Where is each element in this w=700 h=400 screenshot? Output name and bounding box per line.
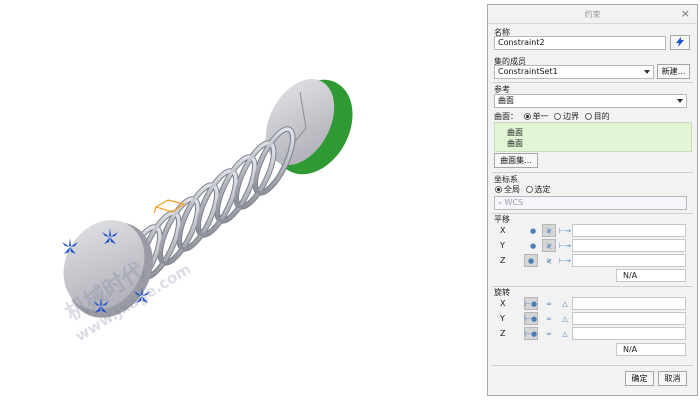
radio-single[interactable] [523, 113, 531, 120]
translation-na-field: N/A [616, 269, 686, 282]
translation-axis-z: Z [500, 256, 506, 265]
csys-mode-row: 全局 选定 [492, 184, 687, 195]
translation-axis-x: X [500, 226, 506, 235]
rotation-na-field: N/A [616, 343, 686, 356]
radio-selected-label: 选定 [534, 185, 551, 194]
free-icon[interactable]: ● [526, 224, 540, 237]
fixed-icon[interactable]: ∞ [542, 297, 556, 310]
translation-x-value[interactable] [572, 224, 686, 237]
prescribed-icon[interactable]: △ [558, 312, 572, 325]
reference-select[interactable]: 曲面 [494, 94, 687, 108]
radio-intent[interactable] [584, 113, 592, 120]
surface-mode-row: 曲面： 单一 边界 目的 [494, 111, 689, 122]
chevron-down-icon [644, 70, 650, 74]
rotation-x-value[interactable] [572, 297, 686, 310]
free-icon[interactable]: ⊢● [524, 297, 538, 310]
csys-icon: ⌖ [498, 199, 502, 207]
cancel-button[interactable]: 取消 [658, 371, 687, 386]
rotation-axis-x: X [500, 299, 506, 308]
free-icon[interactable]: ⊢● [524, 312, 538, 325]
reference-value: 曲面 [498, 96, 514, 105]
constraint-dialog: 约束 × 名称 Constraint2 集的成员 ConstraintSet1 … [487, 4, 698, 396]
surface-collector[interactable]: 曲面 曲面 [494, 122, 692, 152]
dialog-title: 约束 [584, 10, 601, 19]
radio-intent-label: 目的 [593, 112, 610, 121]
list-item[interactable]: 曲面 [507, 127, 523, 138]
radio-boundary[interactable] [554, 113, 562, 120]
name-input[interactable]: Constraint2 [494, 36, 666, 50]
spring-model-drawing [62, 79, 353, 318]
prescribed-icon[interactable]: ⊢→ [558, 224, 572, 237]
list-item[interactable]: 曲面 [507, 138, 523, 149]
rotation-y-value[interactable] [572, 312, 686, 325]
chevron-down-icon [677, 99, 683, 103]
lightning-button[interactable] [670, 35, 690, 50]
set-member-select[interactable]: ConstraintSet1 [494, 65, 654, 79]
prescribed-icon[interactable]: ⊢→ [558, 239, 572, 252]
lightning-icon [676, 37, 684, 47]
prescribed-icon[interactable]: △ [558, 297, 572, 310]
free-icon[interactable]: ● [524, 254, 538, 267]
csys-value: WCS [504, 198, 524, 207]
rotation-z-value[interactable] [572, 327, 686, 340]
rotation-axis-y: Y [500, 314, 505, 323]
new-set-button[interactable]: 新建... [657, 64, 690, 79]
fixed-icon[interactable]: ∞ [542, 312, 556, 325]
free-icon[interactable]: ⊢● [524, 327, 538, 340]
dialog-titlebar: 约束 × [488, 5, 697, 24]
close-icon[interactable]: × [681, 7, 690, 20]
prescribed-icon[interactable]: △ [558, 327, 572, 340]
fixed-icon[interactable]: ∞ [542, 327, 556, 340]
free-icon[interactable]: ● [526, 239, 540, 252]
divider [492, 172, 693, 173]
radio-global[interactable] [495, 186, 502, 193]
surface-set-button[interactable]: 曲面集... [494, 153, 538, 168]
divider [492, 82, 693, 83]
prescribed-icon[interactable]: ⊢→ [558, 254, 572, 267]
csys-field[interactable]: ⌖ WCS [494, 196, 687, 210]
model-viewport[interactable]: 机械时代 www.jxage.com [0, 0, 487, 400]
fixed-icon[interactable]: ≷ [542, 254, 556, 267]
translation-axis-y: Y [500, 241, 505, 250]
set-member-value: ConstraintSet1 [498, 67, 558, 76]
translation-z-value[interactable] [572, 254, 686, 267]
radio-single-label: 单一 [532, 112, 549, 121]
rotation-axis-z: Z [500, 329, 506, 338]
surface-mode-label: 曲面： [494, 112, 518, 121]
translation-y-value[interactable] [572, 239, 686, 252]
radio-selected[interactable] [525, 186, 533, 193]
divider [492, 365, 693, 366]
radio-global-label: 全局 [504, 185, 520, 194]
radio-boundary-label: 边界 [563, 112, 580, 121]
fixed-icon[interactable]: ≷ [542, 239, 556, 252]
fixed-icon[interactable]: ≷ [542, 224, 556, 237]
ok-button[interactable]: 确定 [625, 371, 654, 386]
